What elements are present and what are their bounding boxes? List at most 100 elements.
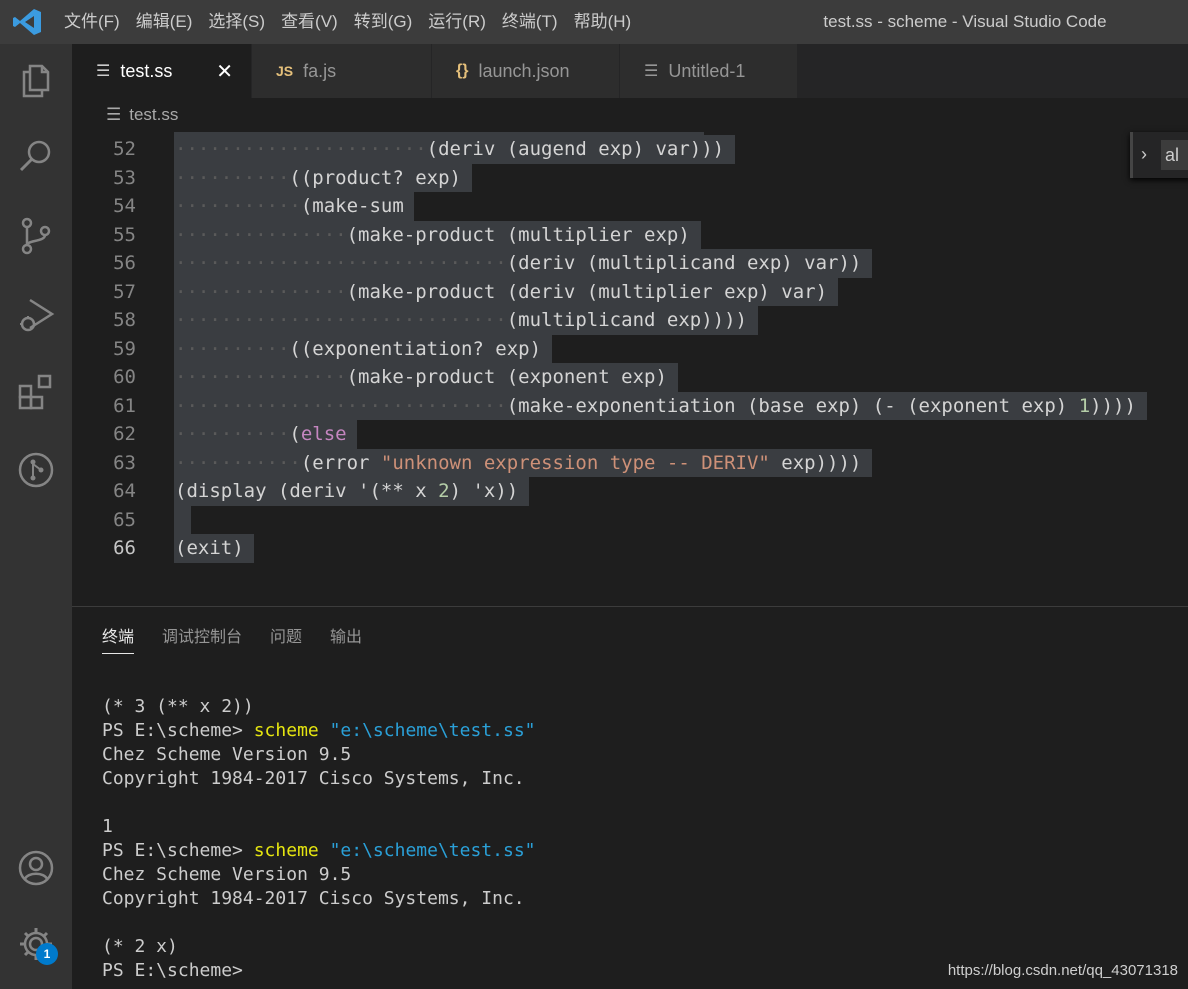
line-number: 57 <box>113 280 136 303</box>
line-number: 63 <box>113 451 136 474</box>
code-text: ···············(make-product (deriv (mul… <box>175 280 828 303</box>
git-graph-icon[interactable] <box>16 450 56 490</box>
code-line: 58 ·····························(multipli… <box>72 306 1188 335</box>
terminal-line: (* 2 x) <box>102 936 178 957</box>
terminal-line: Copyright 1984-2017 Cisco Systems, Inc. <box>102 888 525 909</box>
watermark: https://blog.csdn.net/qq_43071318 <box>947 962 1178 979</box>
code-line: 52 ······················(deriv (augend e… <box>72 135 1188 164</box>
file-lines-icon: ☰ <box>106 105 122 124</box>
code-editor[interactable]: 52 ······················(deriv (augend e… <box>72 132 1188 606</box>
line-number: 65 <box>113 508 136 531</box>
line-number: 53 <box>113 166 136 189</box>
code-text: ···············(make-product (exponent e… <box>175 366 667 388</box>
menu-item-3[interactable]: 查看(V) <box>273 0 346 44</box>
explorer-icon[interactable] <box>16 60 56 100</box>
code-line: 64 (display (deriv '(** x 2) 'x)) <box>72 477 1188 506</box>
code-line: 53 ··········((product? exp) <box>72 163 1188 192</box>
terminal-line: PS E:\scheme> scheme "e:\scheme\test.ss" <box>102 840 536 861</box>
code-line: 61 ·····························(make-exp… <box>72 391 1188 420</box>
terminal-line: Chez Scheme Version 9.5 <box>102 864 352 885</box>
panel-tab-0[interactable]: 终端 <box>102 623 135 654</box>
code-text: ··········((exponentiation? exp) <box>175 337 542 360</box>
breadcrumb-file[interactable]: test.ss <box>129 105 178 125</box>
panel-tab-2[interactable]: 问题 <box>270 623 302 654</box>
code-text: ···············(make-product (multiplier… <box>175 223 690 246</box>
terminal-line: (* 3 (** x 2)) <box>102 696 254 717</box>
line-number: 56 <box>113 252 136 274</box>
line-number: 55 <box>113 223 136 246</box>
code-line: 54 ···········(make-sum <box>72 192 1188 221</box>
line-number: 54 <box>113 195 136 217</box>
line-number: 62 <box>113 423 136 445</box>
menu-item-1[interactable]: 编辑(E) <box>128 0 201 44</box>
code-line: 63 ···········(error "unknown expression … <box>72 448 1188 477</box>
code-line: 60 ···············(make-product (exponent… <box>72 363 1188 392</box>
window-title: test.ss - scheme - Visual Studio Code <box>823 12 1107 31</box>
code-text: (display (deriv '(** x 2) 'x)) <box>175 480 519 502</box>
chevron-right-icon[interactable]: › <box>1141 144 1147 165</box>
title-bar: 文件(F) 编辑(E) 选择(S) 查看(V) 转到(G) 运行(R) 终端(T) 帮助(H)… <box>0 0 1188 44</box>
code-text: ··········(else <box>175 423 347 445</box>
tab-untitled-1[interactable]: ☰ Untitled-1 <box>620 44 798 98</box>
file-lines-icon: ☰ <box>644 63 659 80</box>
account-icon[interactable] <box>16 848 56 888</box>
code-line: 65 <box>72 505 1188 534</box>
tab-label: fa.js <box>303 60 337 81</box>
menu-item-7[interactable]: 帮助(H) <box>566 0 640 44</box>
file-lines-icon: ☰ <box>96 63 111 80</box>
menu-item-5[interactable]: 运行(R) <box>420 0 494 44</box>
line-number: 58 <box>113 309 136 331</box>
terminal-output[interactable]: (* 3 (** x 2)) PS E:\scheme> scheme "e:\s… <box>102 695 536 983</box>
code-text: ······················(deriv (augend exp… <box>175 138 725 160</box>
terminal-line: 1 <box>102 816 113 837</box>
code-text: ···········(error "unknown expression ty… <box>175 451 862 474</box>
code-line: 59 ··········((exponentiation? exp) <box>72 334 1188 363</box>
menu-bar: 文件(F) 编辑(E) 选择(S) 查看(V) 转到(G) 运行(R) 终端(T) 帮助(H) <box>56 0 639 44</box>
close-icon[interactable]: ✕ <box>216 59 233 84</box>
terminal-line: Copyright 1984-2017 Cisco Systems, Inc. <box>102 768 525 789</box>
tab-bar: ☰ test.ss ✕ JS fa.js {} launch.json ☰ Un… <box>72 44 1188 98</box>
tab-label: Untitled-1 <box>668 60 746 81</box>
code-line: 66 (exit) <box>72 534 1188 563</box>
find-input[interactable]: al <box>1161 140 1188 170</box>
tab-test-ss[interactable]: ☰ test.ss ✕ <box>72 44 252 98</box>
line-number: 61 <box>113 394 136 417</box>
activity-bar <box>0 44 72 989</box>
menu-item-4[interactable]: 转到(G) <box>346 0 421 44</box>
tab-label: test.ss <box>120 60 173 81</box>
tab-launch-json[interactable]: {} launch.json <box>432 44 620 98</box>
bottom-panel: 终端 调试控制台 问题 输出 (* 3 (** x 2)) PS E:\scheme> … <box>72 606 1188 989</box>
code-line: 62 ··········(else <box>72 420 1188 449</box>
menu-item-2[interactable]: 选择(S) <box>200 0 273 44</box>
menu-item-6[interactable]: 终端(T) <box>494 0 566 44</box>
find-widget[interactable]: › al <box>1130 132 1188 178</box>
json-braces-icon: {} <box>456 62 469 79</box>
search-icon[interactable] <box>16 136 56 176</box>
settings-badge: 1 <box>36 943 58 965</box>
panel-tab-3[interactable]: 输出 <box>330 623 362 654</box>
source-control-icon[interactable] <box>16 216 56 256</box>
run-debug-icon[interactable] <box>16 294 56 334</box>
code-text: (exit) <box>175 537 244 559</box>
line-number: 60 <box>113 366 136 388</box>
line-number: 52 <box>113 138 136 160</box>
tab-fa-js[interactable]: JS fa.js <box>252 44 432 98</box>
panel-tabs: 终端 调试控制台 问题 输出 <box>102 623 362 654</box>
line-number: 59 <box>113 337 136 360</box>
terminal-line: PS E:\scheme> <box>102 960 254 981</box>
extensions-icon[interactable] <box>16 372 56 412</box>
code-line: 55 ···············(make-product (multipli… <box>72 220 1188 249</box>
panel-tab-1[interactable]: 调试控制台 <box>162 623 242 654</box>
code-text: ··········((product? exp) <box>175 166 461 189</box>
code-text: ·····························(multiplica… <box>175 309 747 331</box>
menu-item-0[interactable]: 文件(F) <box>56 0 128 44</box>
line-number: 66 <box>113 537 136 559</box>
line-number: 64 <box>113 480 136 502</box>
code-line: 57 ···············(make-product (deriv (m… <box>72 277 1188 306</box>
selection-highlight <box>174 505 192 534</box>
tab-label: launch.json <box>478 60 570 81</box>
code-text: ···········(make-sum <box>175 195 404 217</box>
vscode-logo-icon <box>13 9 41 35</box>
